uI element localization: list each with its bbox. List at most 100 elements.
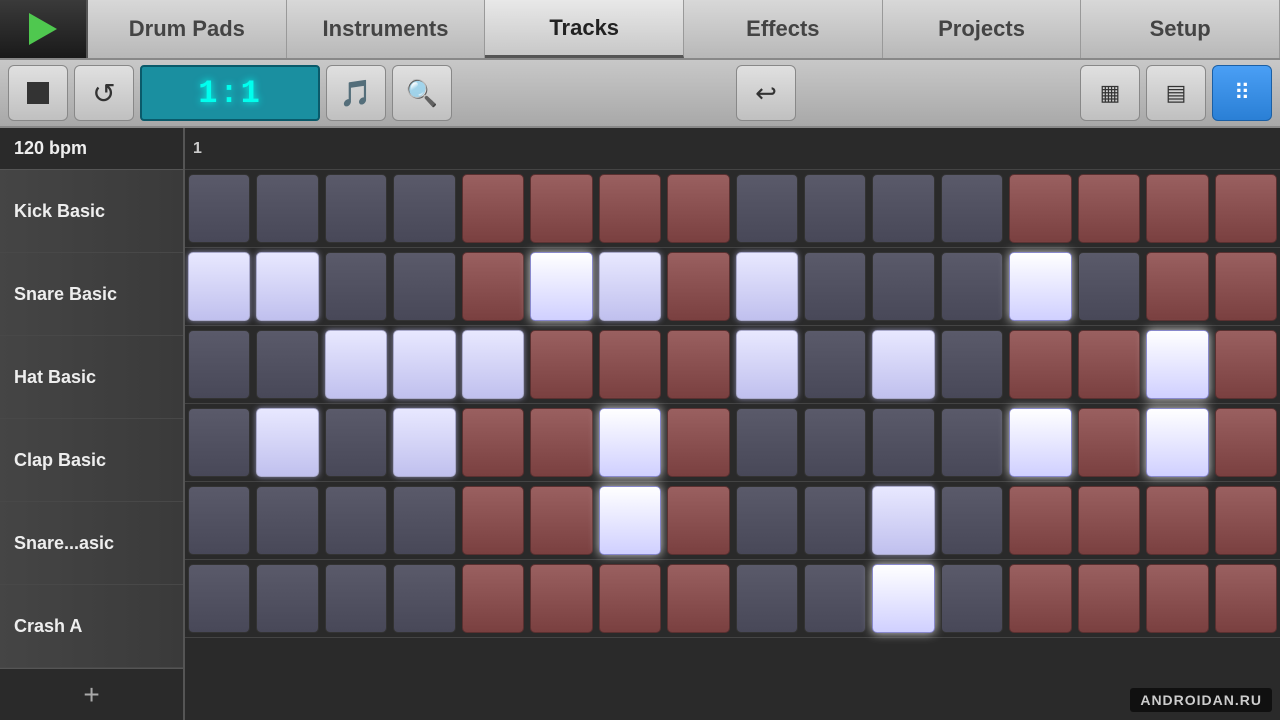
stop-button[interactable]	[8, 65, 68, 121]
track-label-kick-basic[interactable]: Kick Basic	[0, 170, 183, 253]
pad[interactable]	[599, 330, 661, 399]
pad[interactable]	[393, 174, 455, 243]
grid-view-3-button[interactable]: ⠿	[1212, 65, 1272, 121]
pad[interactable]	[393, 252, 455, 321]
pad[interactable]	[804, 330, 866, 399]
track-label-hat-basic[interactable]: Hat Basic	[0, 336, 183, 419]
pad[interactable]	[325, 252, 387, 321]
pad[interactable]	[1215, 408, 1277, 477]
pad[interactable]	[393, 408, 455, 477]
pad[interactable]	[462, 174, 524, 243]
pad[interactable]	[1215, 330, 1277, 399]
pad[interactable]	[736, 564, 798, 633]
pad[interactable]	[256, 174, 318, 243]
pad[interactable]	[325, 408, 387, 477]
add-track-button[interactable]: +	[0, 668, 183, 720]
pad[interactable]	[393, 330, 455, 399]
pad[interactable]	[1078, 408, 1140, 477]
pad[interactable]	[1009, 252, 1071, 321]
pad[interactable]	[736, 486, 798, 555]
pad[interactable]	[530, 174, 592, 243]
pad[interactable]	[941, 564, 1003, 633]
tab-tracks[interactable]: Tracks	[485, 0, 684, 58]
pad[interactable]	[1009, 564, 1071, 633]
pad[interactable]	[1009, 330, 1071, 399]
pad[interactable]	[325, 564, 387, 633]
pad[interactable]	[872, 330, 934, 399]
pad[interactable]	[256, 408, 318, 477]
tab-projects[interactable]: Projects	[883, 0, 1082, 58]
track-label-crash-a[interactable]: Crash A	[0, 585, 183, 668]
pad[interactable]	[1215, 252, 1277, 321]
pad[interactable]	[325, 486, 387, 555]
pad[interactable]	[256, 564, 318, 633]
pad[interactable]	[530, 330, 592, 399]
pad[interactable]	[325, 174, 387, 243]
pad[interactable]	[1078, 486, 1140, 555]
pad[interactable]	[804, 486, 866, 555]
pad[interactable]	[1146, 408, 1208, 477]
pad[interactable]	[530, 564, 592, 633]
pad[interactable]	[462, 486, 524, 555]
pad[interactable]	[1009, 408, 1071, 477]
pad[interactable]	[462, 564, 524, 633]
pad[interactable]	[599, 564, 661, 633]
pad[interactable]	[736, 408, 798, 477]
pad[interactable]	[599, 174, 661, 243]
pad[interactable]	[667, 408, 729, 477]
pad[interactable]	[941, 330, 1003, 399]
pad[interactable]	[941, 408, 1003, 477]
pad[interactable]	[325, 330, 387, 399]
pad[interactable]	[941, 174, 1003, 243]
pad[interactable]	[667, 486, 729, 555]
track-label-snare-basic[interactable]: Snare Basic	[0, 253, 183, 336]
pad[interactable]	[1078, 330, 1140, 399]
pad[interactable]	[188, 252, 250, 321]
pad[interactable]	[256, 486, 318, 555]
pad[interactable]	[1215, 564, 1277, 633]
pad[interactable]	[462, 252, 524, 321]
pad[interactable]	[872, 564, 934, 633]
undo-button[interactable]: ↩	[736, 65, 796, 121]
pad[interactable]	[599, 486, 661, 555]
pad[interactable]	[188, 330, 250, 399]
pad[interactable]	[1146, 486, 1208, 555]
pad[interactable]	[1078, 564, 1140, 633]
pad[interactable]	[941, 486, 1003, 555]
pad[interactable]	[667, 564, 729, 633]
pad[interactable]	[1078, 252, 1140, 321]
pad[interactable]	[599, 408, 661, 477]
pad[interactable]	[599, 252, 661, 321]
pad[interactable]	[188, 486, 250, 555]
grid-view-1-button[interactable]: ▦	[1080, 65, 1140, 121]
pad[interactable]	[872, 408, 934, 477]
pad[interactable]	[872, 486, 934, 555]
pad[interactable]	[736, 330, 798, 399]
tab-instruments[interactable]: Instruments	[287, 0, 486, 58]
pad[interactable]	[1146, 252, 1208, 321]
pad[interactable]	[667, 252, 729, 321]
play-button[interactable]	[0, 0, 88, 58]
pad[interactable]	[1146, 564, 1208, 633]
pad[interactable]	[736, 252, 798, 321]
pad[interactable]	[256, 252, 318, 321]
pad[interactable]	[736, 174, 798, 243]
pad[interactable]	[256, 330, 318, 399]
grid-view-2-button[interactable]: ▤	[1146, 65, 1206, 121]
pad[interactable]	[941, 252, 1003, 321]
loop-button[interactable]: ↺	[74, 65, 134, 121]
pad[interactable]	[393, 486, 455, 555]
pad[interactable]	[393, 564, 455, 633]
pad[interactable]	[188, 174, 250, 243]
pad[interactable]	[804, 252, 866, 321]
pad[interactable]	[530, 408, 592, 477]
tab-setup[interactable]: Setup	[1081, 0, 1280, 58]
pad[interactable]	[667, 330, 729, 399]
pad[interactable]	[667, 174, 729, 243]
pad[interactable]	[462, 408, 524, 477]
pad[interactable]	[188, 408, 250, 477]
track-label-snare-asic[interactable]: Snare...asic	[0, 502, 183, 585]
pad[interactable]	[1146, 174, 1208, 243]
pad[interactable]	[872, 174, 934, 243]
pad[interactable]	[530, 486, 592, 555]
